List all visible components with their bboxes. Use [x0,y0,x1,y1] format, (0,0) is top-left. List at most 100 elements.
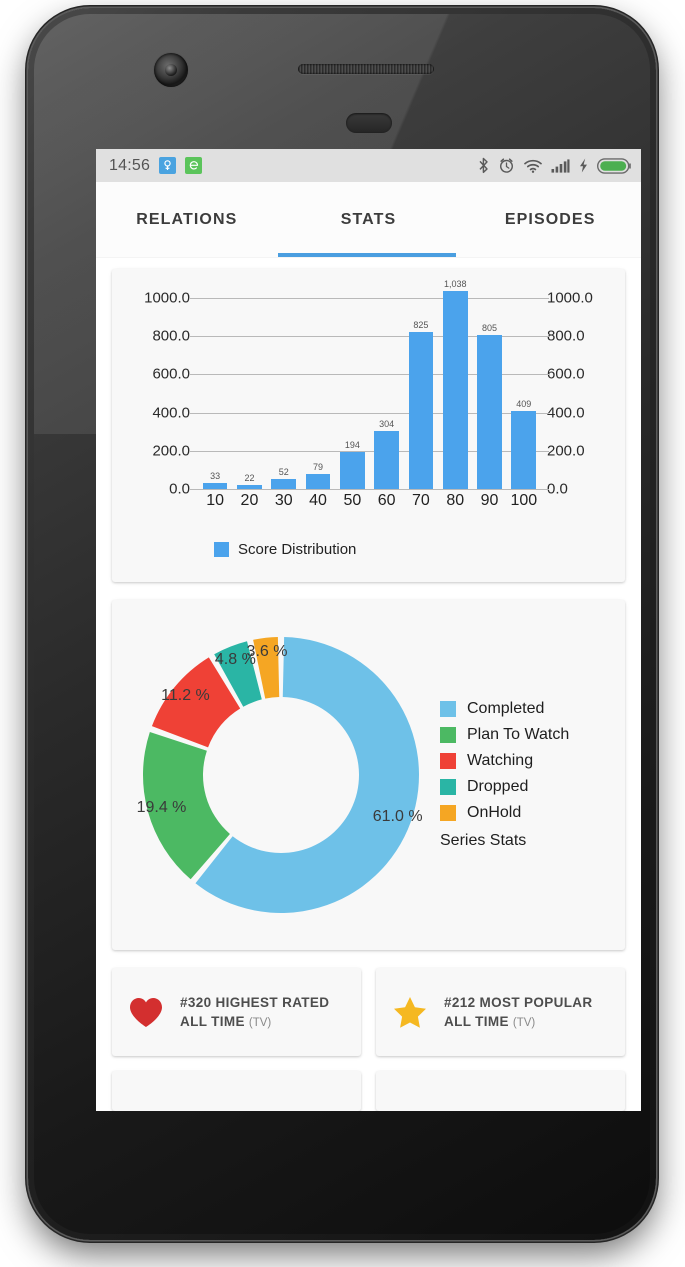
rank-line-1: #212 MOST POPULAR [444,994,593,1010]
score-distribution-chart-card: 0.0 200.0 400.0 600.0 800.0 1000.0 0.0 200.0 40… [112,269,625,582]
x-tick-label: 20 [240,492,259,509]
legend-label: Watching [467,752,534,769]
tab-episodes[interactable]: EPISODES [459,182,641,257]
rank-card-partial-right[interactable] [376,1071,625,1111]
bar-item[interactable]: 304 [369,279,403,489]
rank-cards-row-partial [112,1071,625,1111]
rank-line-2: ALL TIME [180,1013,245,1029]
y-tick-right-400: 400.0 [547,404,585,422]
gridline-0 [190,489,549,490]
legend-label: Completed [467,700,545,717]
legend-label: OnHold [467,804,522,821]
bar-item[interactable]: 52 [267,279,301,489]
app-notification-blue[interactable] [159,157,177,174]
app-notification-green[interactable] [185,157,203,174]
charging-bolt-icon [580,158,587,173]
bar-series: 33 22 52 79 194 304 825 1,038 805 409 [198,279,541,489]
bar-value-label: 22 [244,472,255,483]
legend-swatch [440,779,456,795]
bar[interactable] [339,451,365,489]
bar[interactable] [202,482,228,489]
battery-icon [597,157,631,174]
status-clock: 14:56 [109,156,151,174]
bluetooth-icon [479,157,488,174]
legend-swatch [440,805,456,821]
bar-plot-area: 33 22 52 79 194 304 825 1,038 805 409 [190,279,549,490]
rank-card-text: #212 MOST POPULAR ALL TIME (TV) [444,993,592,1031]
bar-item[interactable]: 805 [472,279,506,489]
rank-card-text: #320 HIGHEST RATED ALL TIME (TV) [180,993,329,1031]
legend-swatch [440,701,456,717]
series-stats-chart-card: 61.0 % 19.4 % 11.2 % 4.8 % 3.6 % Completed Pl… [112,600,625,950]
rank-line-2: ALL TIME [444,1013,509,1029]
x-tick-label: 50 [343,492,362,509]
legend-swatch-score-distribution [214,542,229,557]
y-tick-right-600: 600.0 [547,365,585,383]
y-tick-left-600: 600.0 [152,365,190,383]
x-tick-label: 100 [510,492,538,509]
legend-label-score-distribution: Score Distribution [238,541,357,558]
bar-value-label: 194 [344,439,360,450]
legend-swatch [440,727,456,743]
bar-item[interactable]: 194 [335,279,369,489]
rank-card-partial-left[interactable] [112,1071,361,1111]
x-tick-label: 30 [274,492,293,509]
bar[interactable] [271,479,297,489]
bar[interactable] [305,473,331,489]
bar-item[interactable]: 22 [232,279,266,489]
bar-value-label: 304 [379,418,395,429]
phone-screen: 14:56 RELATIONS STATS EPISODES 0.0 200.0… [96,149,641,1111]
legend-item[interactable]: Plan To Watch [440,726,569,744]
bar-value-label: 52 [278,467,289,478]
y-tick-left-200: 200.0 [152,442,190,460]
y-tick-left-1000: 1000.0 [144,289,190,307]
legend-item[interactable]: Watching [440,752,569,770]
bar-item[interactable]: 825 [404,279,438,489]
stats-content: 0.0 200.0 400.0 600.0 800.0 1000.0 0.0 200.0 40… [96,257,641,1111]
bar-item[interactable]: 33 [198,279,232,489]
donut-chart-legend: Completed Plan To Watch Watching Dropped OnH… [440,700,569,850]
bar[interactable] [511,410,537,489]
bar[interactable] [374,430,399,489]
tab-relations[interactable]: RELATIONS [96,182,278,257]
bar[interactable] [442,291,468,489]
star-icon [392,994,428,1030]
y-tick-left-0: 0.0 [169,480,190,498]
bar-chart: 0.0 200.0 400.0 600.0 800.0 1000.0 0.0 200.0 40… [118,279,613,529]
x-tick-label: 80 [446,492,465,509]
bar-chart-legend: Score Distribution [214,541,613,558]
x-tick-label: 40 [309,492,327,509]
bar-value-label: 1,038 [443,279,467,289]
bar-value-label: 79 [313,461,324,472]
bar-value-label: 805 [482,323,498,334]
bar-item[interactable]: 79 [301,279,335,489]
bar[interactable] [408,331,434,489]
donut-slice-label: 19.4 % [136,799,187,817]
rank-line-1: #320 HIGHEST RATED [180,994,330,1010]
rank-suffix: (TV) [512,1016,536,1029]
donut-svg [143,637,419,913]
x-tick-label: 90 [480,492,499,509]
donut-slice-label: 61.0 % [372,808,423,825]
earpiece-speaker [298,64,434,74]
legend-item[interactable]: Dropped [440,778,569,796]
bar-value-label: 825 [413,319,429,330]
y-axis-left: 0.0 200.0 400.0 600.0 800.0 1000.0 [126,279,190,498]
legend-item[interactable]: OnHold [440,804,569,822]
bar[interactable] [237,484,262,489]
bar-item[interactable]: 1,038 [438,279,472,489]
rank-card-most-popular[interactable]: #212 MOST POPULAR ALL TIME (TV) [376,968,625,1056]
y-tick-right-200: 200.0 [547,442,585,460]
tab-stats[interactable]: STATS [278,182,460,257]
tab-bar: RELATIONS STATS EPISODES [96,182,641,257]
rank-card-highest-rated[interactable]: #320 HIGHEST RATED ALL TIME (TV) [112,968,361,1056]
proximity-sensor [346,113,392,133]
x-tick-label: 60 [377,492,396,509]
status-icons [478,157,631,174]
donut-slice-label: 11.2 % [161,686,210,704]
heart-icon [128,994,164,1030]
y-tick-right-800: 800.0 [547,327,585,345]
legend-item[interactable]: Completed [440,700,569,718]
bar[interactable] [477,335,502,489]
bar-item[interactable]: 409 [507,279,541,489]
